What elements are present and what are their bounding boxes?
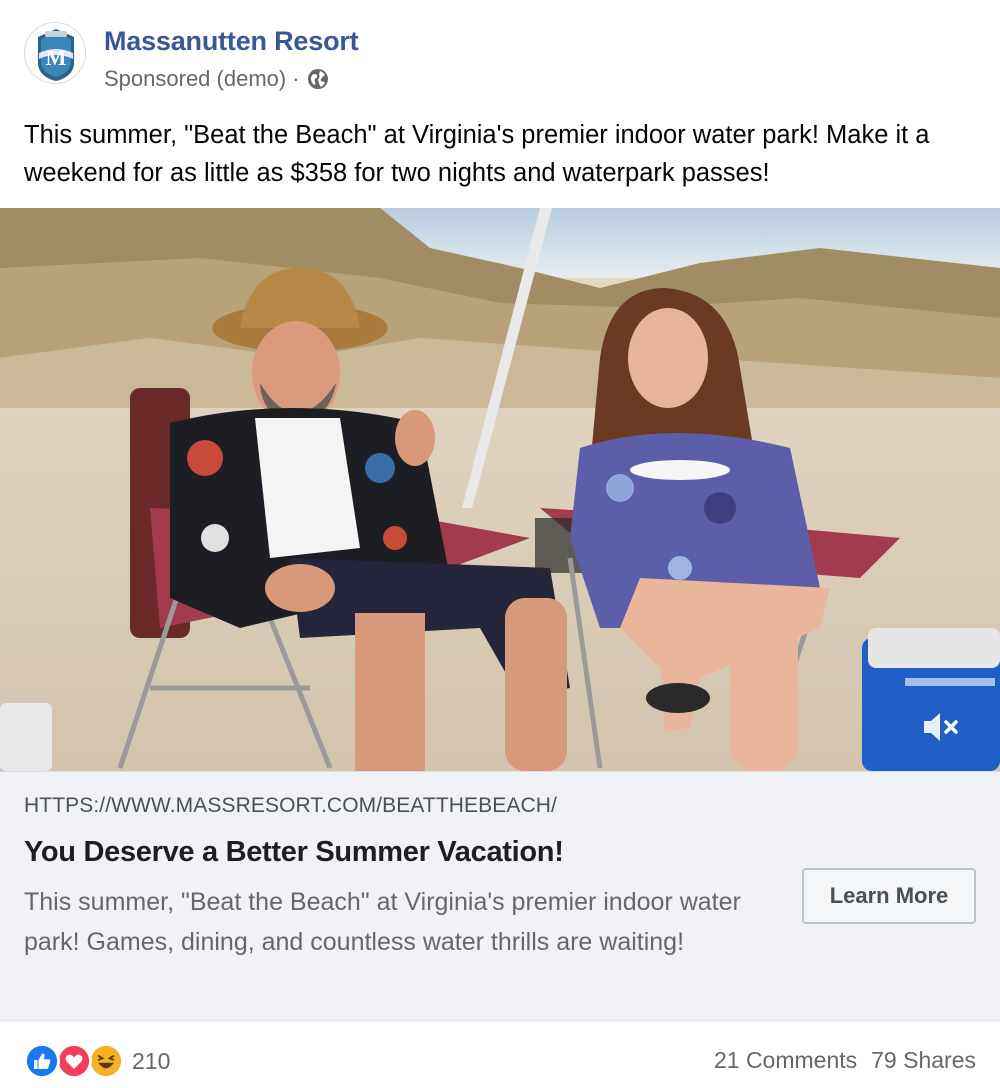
beach-scene-image: [0, 208, 1000, 771]
comments-count[interactable]: 21 Comments: [714, 1047, 857, 1074]
link-preview[interactable]: HTTPS://WWW.MASSRESORT.COM/BEATTHEBEACH/…: [0, 771, 1000, 1021]
page-name-link[interactable]: Massanutten Resort: [104, 26, 359, 57]
shares-count[interactable]: 79 Shares: [871, 1047, 976, 1074]
link-url[interactable]: HTTPS://WWW.MASSRESORT.COM/BEATTHEBEACH/: [24, 794, 557, 818]
like-reaction-icon: [24, 1043, 60, 1079]
ad-video[interactable]: [0, 208, 1000, 771]
sponsored-label[interactable]: Sponsored (demo): [104, 66, 286, 92]
mute-icon[interactable]: [918, 704, 964, 750]
link-title[interactable]: You Deserve a Better Summer Vacation!: [24, 836, 564, 869]
haha-reaction-icon: [88, 1043, 124, 1079]
sponsored-row: Sponsored (demo) ·: [104, 66, 330, 92]
engagement-bar: 210 21 Comments 79 Shares: [0, 1021, 1000, 1088]
reactions-summary[interactable]: 210: [24, 1043, 170, 1079]
love-reaction-icon: [56, 1043, 92, 1079]
post-stats: 21 Comments 79 Shares: [714, 1047, 976, 1074]
post-header: M Massanutten Resort Sponsored (demo) ·: [0, 0, 1000, 110]
post-caption: This summer, "Beat the Beach" at Virgini…: [24, 121, 930, 187]
separator-dot: ·: [292, 66, 300, 91]
globe-icon[interactable]: [306, 67, 330, 91]
learn-more-button[interactable]: Learn More: [802, 868, 976, 924]
page-avatar[interactable]: M: [24, 22, 86, 84]
link-description: This summer, "Beat the Beach" at Virgini…: [24, 888, 741, 956]
reaction-count[interactable]: 210: [132, 1048, 170, 1075]
avatar-letter: M: [46, 45, 67, 70]
